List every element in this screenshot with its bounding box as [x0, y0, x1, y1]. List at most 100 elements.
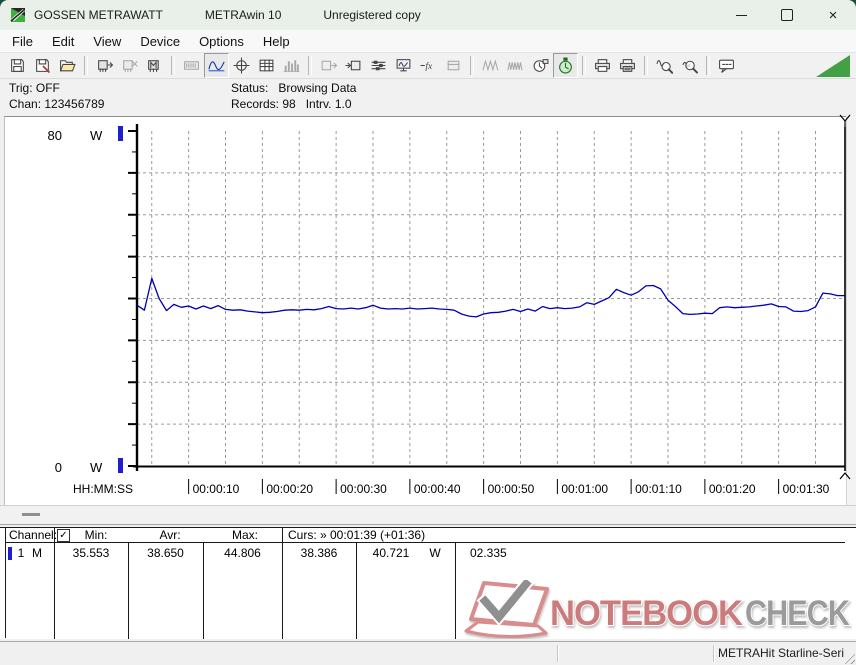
col-header-cursor: Curs: » 00:01:39 (+01:36): [288, 528, 426, 542]
notebookcheck-watermark: NOTEBOOK CHECK: [464, 580, 852, 639]
cell-channel-number: 1: [17, 546, 25, 560]
box-out-icon: [320, 57, 337, 74]
splitter-handle[interactable]: [22, 513, 40, 516]
menu-item-options[interactable]: Options: [190, 32, 253, 51]
maximize-button[interactable]: [764, 0, 810, 30]
cell-cursor-end-value: 40.721: [372, 546, 410, 560]
app-window: GOSSEN METRAWATT METRAwin 10 Unregistere…: [0, 0, 856, 665]
fx-icon: [420, 57, 437, 74]
zoom-value-button[interactable]: [677, 53, 702, 78]
chip-out-icon: [96, 57, 113, 74]
zoom-time-button[interactable]: [652, 53, 677, 78]
chip-m-icon: [146, 57, 163, 74]
toolbar-separator: [308, 56, 312, 75]
device-read-button[interactable]: [92, 53, 117, 78]
toolbar-separator: [706, 56, 710, 75]
col-header-channel: Channel:: [9, 528, 58, 542]
device-config-button: [441, 53, 466, 78]
mag-icon: [681, 57, 698, 74]
box-icon: [445, 57, 462, 74]
app-logo-icon: [10, 8, 25, 22]
minimize-icon: [735, 14, 747, 16]
trend-chart-panel: [4, 116, 846, 505]
status-bar: METRAHit Starline-Seri: [0, 641, 856, 665]
menu-item-file[interactable]: File: [3, 32, 42, 51]
lcd-view-button: [179, 53, 204, 78]
open-button[interactable]: [55, 53, 80, 78]
chart-vertical-scrollbar[interactable]: [846, 117, 856, 505]
col-header-min: Min:: [84, 528, 108, 542]
toolbar: [0, 53, 856, 79]
title-license: Unregistered copy: [323, 8, 421, 22]
menu-item-edit[interactable]: Edit: [43, 32, 83, 51]
mag-wave-icon: [656, 57, 673, 74]
watermark-text-secondary: CHECK: [745, 594, 850, 633]
cell-channel-mode: M: [32, 546, 42, 560]
sliders-icon: [370, 57, 387, 74]
toolbar-separator: [84, 56, 88, 75]
channel-list: Chan: 123456789: [9, 97, 105, 111]
menu-item-help[interactable]: Help: [254, 32, 299, 51]
disk-icon: [9, 57, 26, 74]
table-view-button[interactable]: [254, 53, 279, 78]
lcd-icon: [183, 57, 200, 74]
comment-button[interactable]: [714, 53, 739, 78]
disk2-icon: [34, 57, 51, 74]
sample-rate-button: [478, 53, 503, 78]
maximize-icon: [781, 9, 793, 21]
col-header-max: Max:: [231, 528, 258, 542]
status-panel: Trig: OFF Chan: 123456789 Status: Browsi…: [0, 79, 856, 116]
chip-x-icon: [121, 57, 138, 74]
bars-icon: [283, 57, 300, 74]
close-icon: ×: [828, 6, 838, 24]
menu-bar: File Edit View Device Options Help: [0, 30, 856, 53]
bargraph-view-button: [279, 53, 304, 78]
folder-icon: [59, 57, 76, 74]
time-sync-button[interactable]: [528, 53, 553, 78]
channel-color-marker: [8, 547, 12, 560]
printer-icon: [594, 57, 611, 74]
wave2-icon: [482, 57, 499, 74]
chart-splitter[interactable]: [0, 505, 856, 525]
connected-device-label: METRAHit Starline-Seri: [718, 646, 845, 660]
formula-button[interactable]: [416, 53, 441, 78]
export-button: [316, 53, 341, 78]
browse-status: Status: Browsing Data: [231, 81, 357, 95]
cell-cursor-delta: 02.335: [470, 546, 507, 560]
toolbar-separator: [470, 56, 474, 75]
channel-setup-button[interactable]: [366, 53, 391, 78]
close-button[interactable]: ×: [810, 0, 856, 30]
wave3-icon: [507, 57, 524, 74]
trend-view-button[interactable]: [204, 53, 229, 78]
grid-icon: [258, 57, 275, 74]
interval-button[interactable]: [553, 53, 578, 78]
menu-item-device[interactable]: Device: [131, 32, 189, 51]
toolbar-separator: [171, 56, 175, 75]
cell-min: 35.553: [72, 546, 110, 560]
menu-item-view[interactable]: View: [84, 32, 130, 51]
box-in-icon: [345, 57, 362, 74]
title-bar[interactable]: GOSSEN METRAWATT METRAwin 10 Unregistere…: [0, 0, 856, 30]
save-as-button[interactable]: [30, 53, 55, 78]
save-button[interactable]: [5, 53, 30, 78]
import-button[interactable]: [341, 53, 366, 78]
title-app-name: METRAwin 10: [204, 8, 282, 22]
monitor-icon: [395, 57, 412, 74]
toolbar-separator: [582, 56, 586, 75]
crosshair-icon: [233, 57, 250, 74]
wave-icon: [208, 57, 225, 74]
stopwatch-icon: [557, 57, 574, 74]
cell-cursor-unit: W: [429, 546, 441, 560]
col-header-avr: Avr:: [159, 528, 181, 542]
online-monitor-button[interactable]: [391, 53, 416, 78]
print-preview-button[interactable]: [590, 53, 615, 78]
clock-icon: [532, 57, 549, 74]
minimize-button[interactable]: [718, 0, 764, 30]
print-button[interactable]: [615, 53, 640, 78]
device-disconnect-button: [117, 53, 142, 78]
crosshair-view-button[interactable]: [229, 53, 254, 78]
watermark-text-primary: NOTEBOOK: [550, 594, 743, 633]
bubble-icon: [718, 57, 735, 74]
device-memory-button[interactable]: [142, 53, 167, 78]
toolbar-green-triangle-icon: [816, 55, 850, 77]
